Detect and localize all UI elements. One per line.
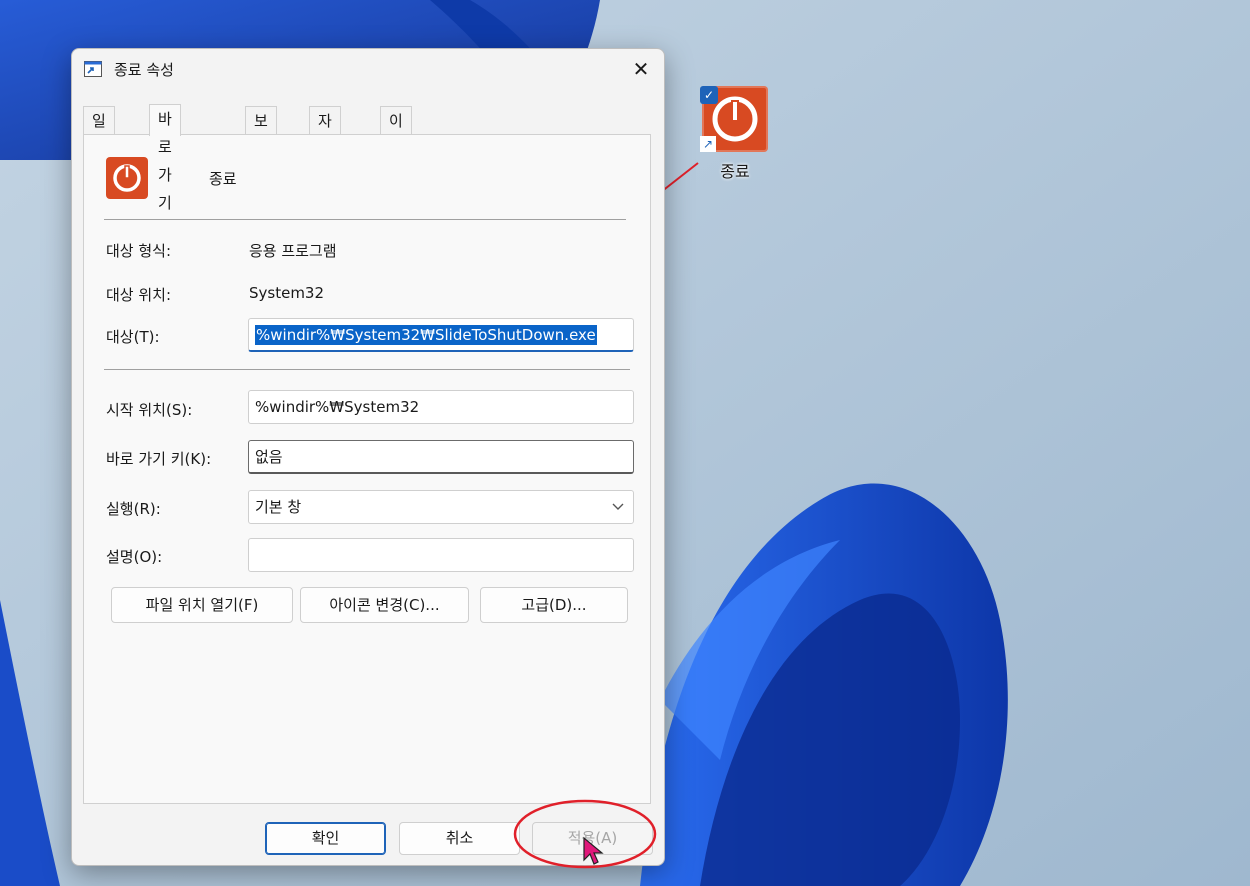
shortcut-window-icon — [84, 61, 102, 77]
change-icon-button[interactable]: 아이콘 변경(C)... — [300, 587, 469, 623]
target-field[interactable]: %windir%₩System32₩SlideToShutDown.exe — [248, 318, 634, 352]
advanced-button[interactable]: 고급(D)... — [480, 587, 628, 623]
shortcut-key-field[interactable]: 없음 — [248, 440, 634, 474]
target-location-label: 대상 위치: — [106, 286, 172, 304]
shortcut-name: 종료 — [209, 170, 237, 188]
target-label: 대상(T): — [106, 328, 160, 346]
target-location-value: System32 — [249, 284, 325, 302]
tab-security[interactable]: 보안 — [245, 106, 277, 158]
ok-button[interactable]: 확인 — [265, 822, 386, 855]
divider — [104, 219, 626, 220]
start-in-label: 시작 위치(S): — [106, 401, 193, 419]
tab-shortcut[interactable]: 바로 가기 — [149, 104, 181, 212]
run-select[interactable]: 기본 창 — [248, 490, 634, 524]
target-type-label: 대상 형식: — [106, 242, 172, 260]
tab-previous-versions[interactable]: 이전 버전 — [380, 106, 412, 214]
tab-details[interactable]: 자세히 — [309, 106, 341, 186]
divider — [104, 369, 630, 370]
selected-check-icon: ✓ — [700, 86, 718, 104]
mouse-cursor-icon — [583, 836, 604, 865]
open-file-location-button[interactable]: 파일 위치 열기(F) — [111, 587, 293, 623]
shortcut-tab-panel: 종료 대상 형식: 응용 프로그램 대상 위치: System32 대상(T):… — [83, 134, 651, 804]
run-label: 실행(R): — [106, 500, 161, 518]
power-icon — [106, 157, 148, 199]
title-bar[interactable]: 종료 속성 ✕ — [72, 49, 664, 89]
comment-field[interactable] — [248, 538, 634, 572]
target-field-value: %windir%₩System32₩SlideToShutDown.exe — [255, 325, 597, 345]
properties-dialog: 종료 속성 ✕ 일반 바로 가기 보안 자세히 이전 버전 종료 대상 형식: … — [71, 48, 665, 866]
close-icon[interactable]: ✕ — [618, 49, 664, 89]
run-select-value: 기본 창 — [255, 498, 302, 516]
desktop-icon-label: 종료 — [720, 162, 750, 181]
dialog-title: 종료 속성 — [114, 61, 174, 79]
chevron-down-icon — [612, 503, 624, 510]
cancel-button[interactable]: 취소 — [399, 822, 520, 855]
shortcut-key-label: 바로 가기 키(K): — [106, 450, 212, 468]
target-type-value: 응용 프로그램 — [249, 242, 337, 260]
shortcut-arrow-icon: ↗ — [700, 136, 716, 152]
tab-general[interactable]: 일반 — [83, 106, 115, 158]
start-in-field[interactable]: %windir%₩System32 — [248, 390, 634, 424]
comment-label: 설명(O): — [106, 548, 163, 566]
